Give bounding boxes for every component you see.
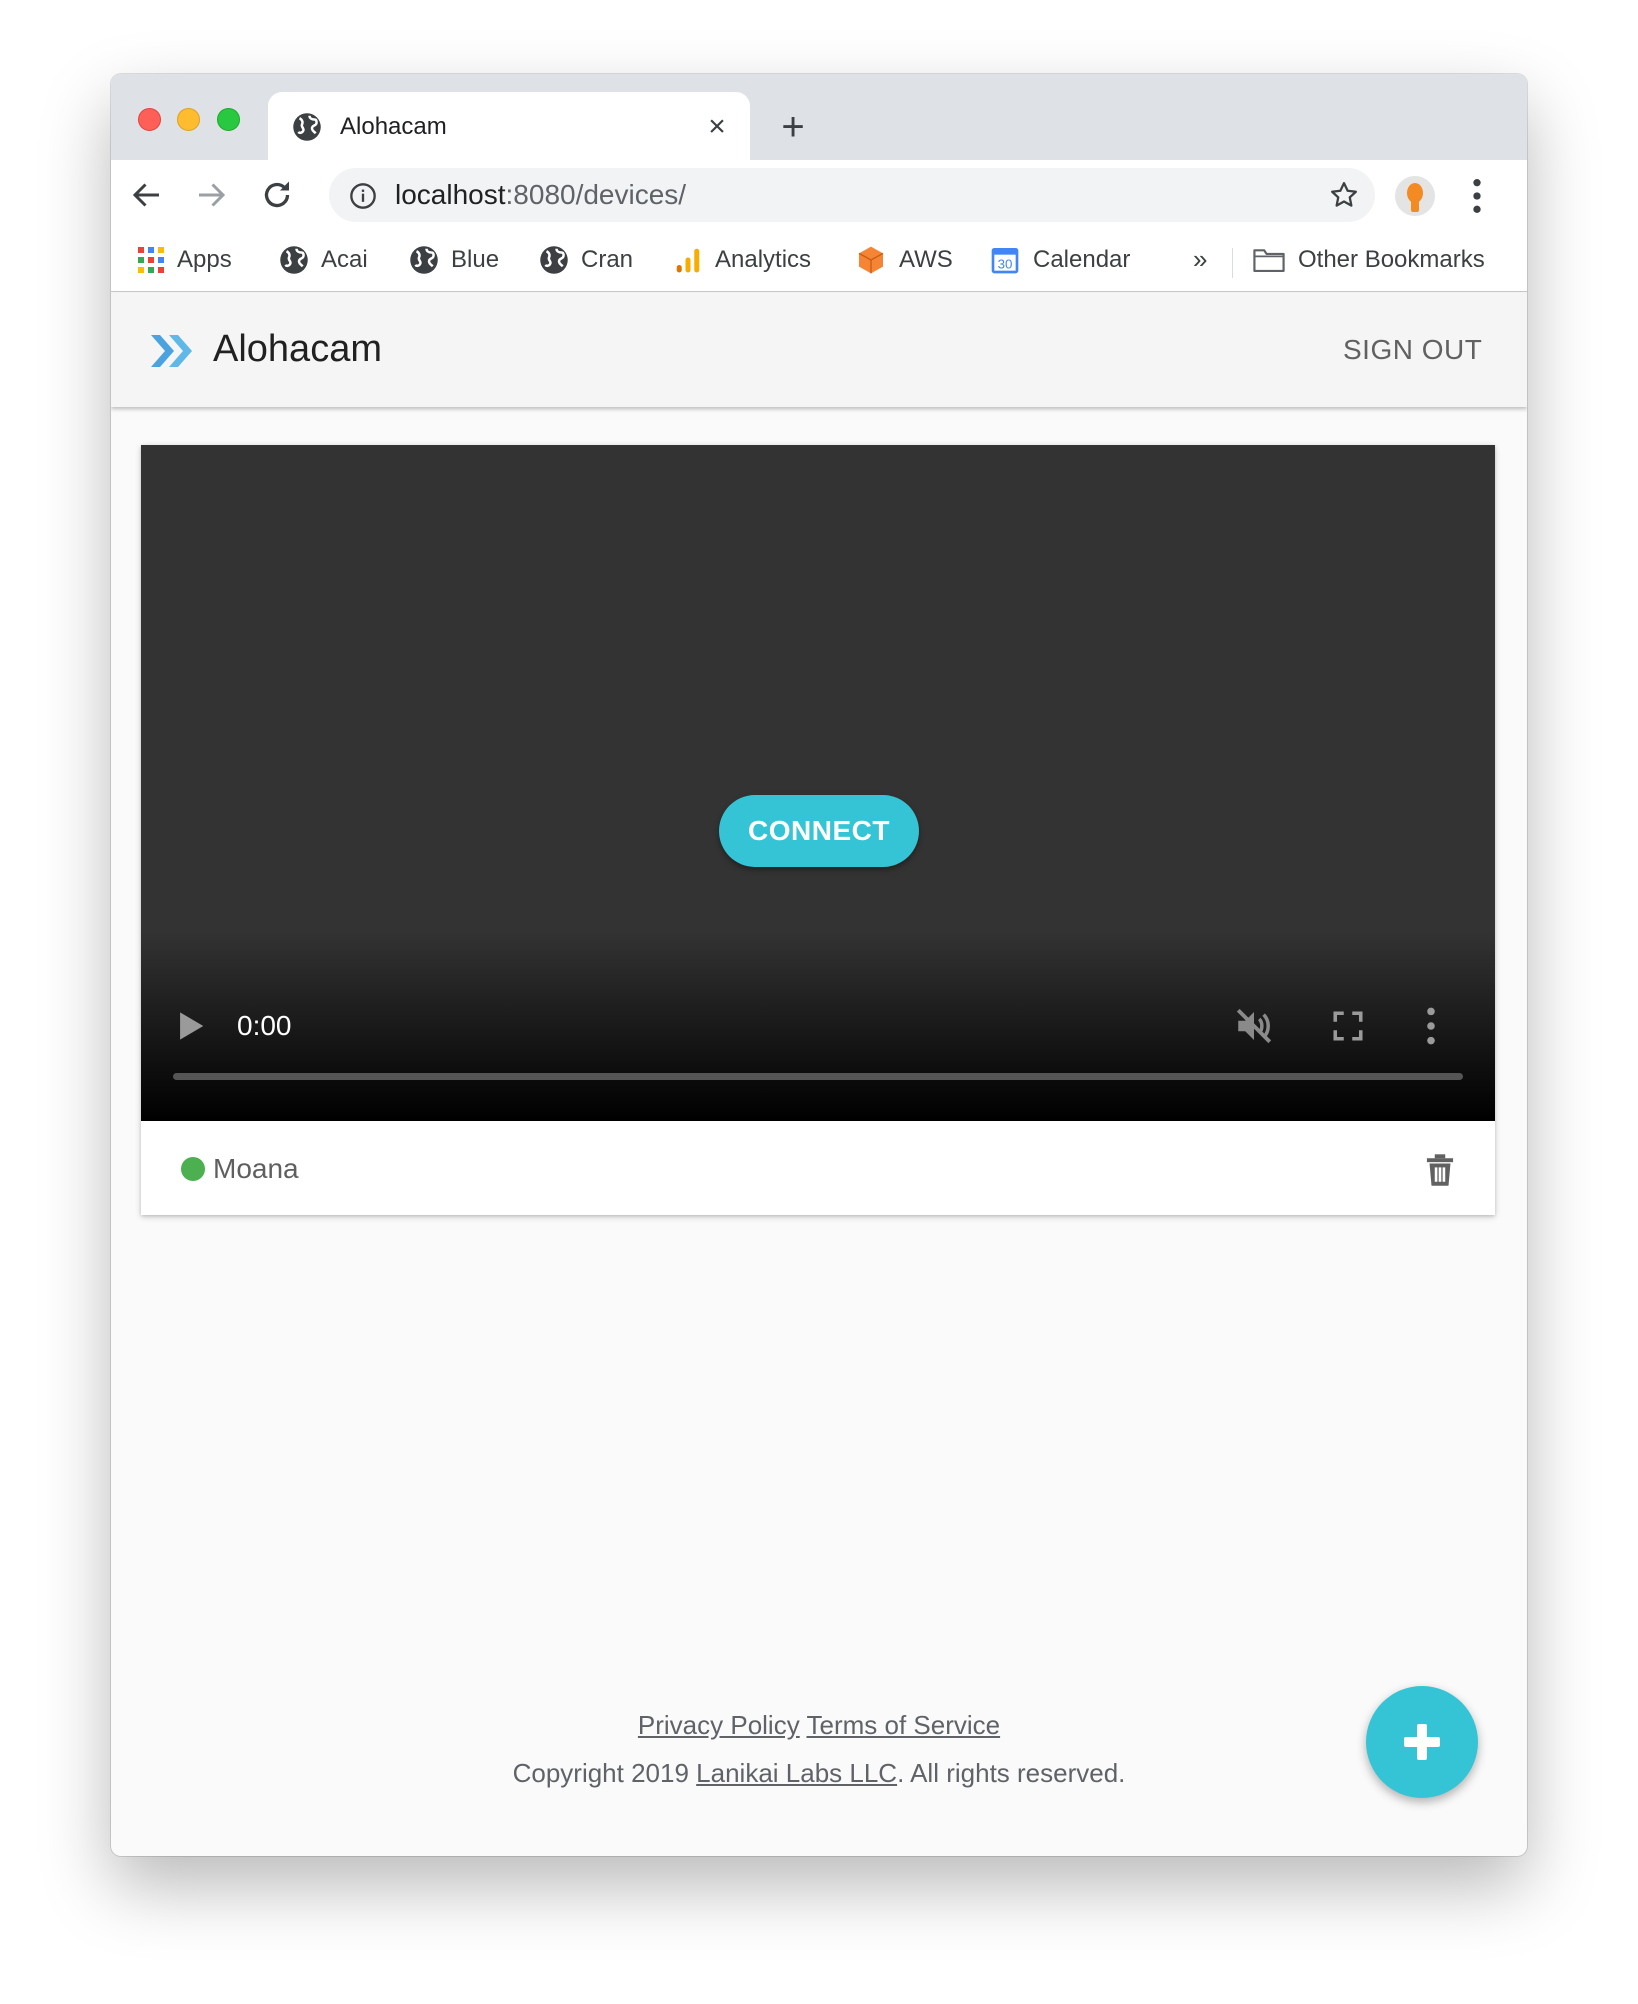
browser-toolbar: localhost:8080/devices/: [111, 160, 1527, 230]
device-status-indicator: [181, 1157, 205, 1181]
bookmark-aws[interactable]: AWS: [855, 242, 953, 278]
fullscreen-icon[interactable]: [1331, 1009, 1365, 1043]
add-device-button[interactable]: [1366, 1686, 1478, 1798]
copyright-prefix: Copyright 2019: [512, 1758, 697, 1788]
connect-button[interactable]: CONNECT: [719, 795, 919, 867]
url-path: :8080/devices/: [505, 179, 687, 210]
bookmarks-divider: [1232, 248, 1233, 278]
bookmark-cran[interactable]: Cran: [539, 242, 633, 278]
address-bar[interactable]: localhost:8080/devices/: [329, 168, 1375, 222]
footer-links: Privacy Policy Terms of Service: [111, 1710, 1527, 1740]
calendar-icon: 30: [991, 248, 1019, 274]
plus-icon: [1404, 1724, 1440, 1760]
video-progress-bar[interactable]: [173, 1073, 1463, 1080]
bookmark-star-icon[interactable]: [1329, 180, 1359, 210]
tab-title: Alohacam: [340, 113, 447, 140]
globe-icon: [540, 246, 568, 274]
alohacam-logo-icon[interactable]: [149, 331, 197, 371]
bookmarks-bar: Apps Acai Blue Cran Analytics AWS 30 Cal…: [111, 230, 1527, 292]
reload-icon[interactable]: [259, 177, 295, 213]
browser-window: Alohacam × + localhost:8080/devices/ App…: [111, 74, 1527, 1856]
bookmark-calendar[interactable]: 30 Calendar: [989, 242, 1130, 278]
app-header: Alohacam SIGN OUT: [111, 293, 1527, 407]
muted-speaker-icon[interactable]: [1233, 1005, 1275, 1047]
close-window-button[interactable]: [138, 108, 161, 131]
bookmark-apps[interactable]: Apps: [137, 242, 232, 278]
calendar-day-number: 30: [998, 257, 1013, 272]
bookmark-blue[interactable]: Blue: [409, 242, 499, 278]
bookmark-label: Cran: [581, 246, 634, 273]
tab-alohacam[interactable]: Alohacam ×: [268, 92, 750, 160]
url-host: localhost: [395, 179, 506, 210]
aws-cube-icon: [858, 246, 884, 274]
folder-icon: [1253, 249, 1285, 273]
sign-out-button[interactable]: SIGN OUT: [1343, 335, 1482, 365]
bookmark-label: Acai: [321, 246, 368, 273]
terms-of-service-link[interactable]: Terms of Service: [806, 1710, 1000, 1740]
globe-icon: [293, 113, 321, 141]
privacy-policy-link[interactable]: Privacy Policy: [638, 1710, 800, 1740]
bookmark-label: Other Bookmarks: [1298, 246, 1485, 273]
close-tab-icon[interactable]: ×: [702, 112, 732, 142]
bookmark-other[interactable]: Other Bookmarks: [1252, 242, 1485, 278]
bookmark-label: Blue: [451, 246, 500, 273]
minimize-window-button[interactable]: [177, 108, 200, 131]
apps-grid-icon: [138, 247, 164, 273]
bookmark-analytics[interactable]: Analytics: [673, 242, 811, 278]
copyright-text: Copyright 2019 Lanikai Labs LLC. All rig…: [111, 1758, 1527, 1788]
company-link[interactable]: Lanikai Labs LLC: [696, 1758, 897, 1788]
info-icon[interactable]: [349, 182, 377, 210]
bookmark-label: Calendar: [1033, 246, 1131, 273]
device-card-footer: Moana: [141, 1121, 1495, 1215]
bookmark-label: Analytics: [715, 246, 812, 273]
video-controls-gradient: [141, 931, 1495, 1121]
app-brand-title[interactable]: Alohacam: [213, 327, 382, 371]
delete-trash-icon[interactable]: [1425, 1153, 1455, 1187]
globe-icon: [410, 246, 438, 274]
device-card: CONNECT 0:00 Moana: [141, 445, 1495, 1215]
more-bookmarks-chevron[interactable]: »: [1193, 244, 1207, 275]
analytics-icon: [676, 248, 700, 273]
bookmark-acai[interactable]: Acai: [279, 242, 368, 278]
new-tab-button[interactable]: +: [777, 107, 809, 147]
forward-arrow-icon[interactable]: [193, 177, 229, 213]
video-time: 0:00: [237, 1010, 292, 1041]
globe-icon: [280, 246, 308, 274]
browser-menu-icon[interactable]: [1467, 176, 1487, 216]
video-options-icon[interactable]: [1425, 1007, 1437, 1045]
bookmark-label: AWS: [899, 246, 953, 273]
tab-strip: Alohacam × +: [111, 74, 1527, 160]
url-text[interactable]: localhost:8080/devices/: [395, 180, 686, 210]
maximize-window-button[interactable]: [217, 108, 240, 131]
device-name: Moana: [213, 1153, 299, 1184]
profile-avatar-icon: [1395, 176, 1435, 216]
profile-avatar[interactable]: [1395, 176, 1435, 216]
back-arrow-icon[interactable]: [129, 177, 165, 213]
video-player[interactable]: CONNECT 0:00: [141, 445, 1495, 1121]
copyright-suffix: . All rights reserved.: [897, 1758, 1126, 1788]
play-icon[interactable]: [177, 1011, 205, 1041]
bookmark-label: Apps: [177, 246, 232, 273]
